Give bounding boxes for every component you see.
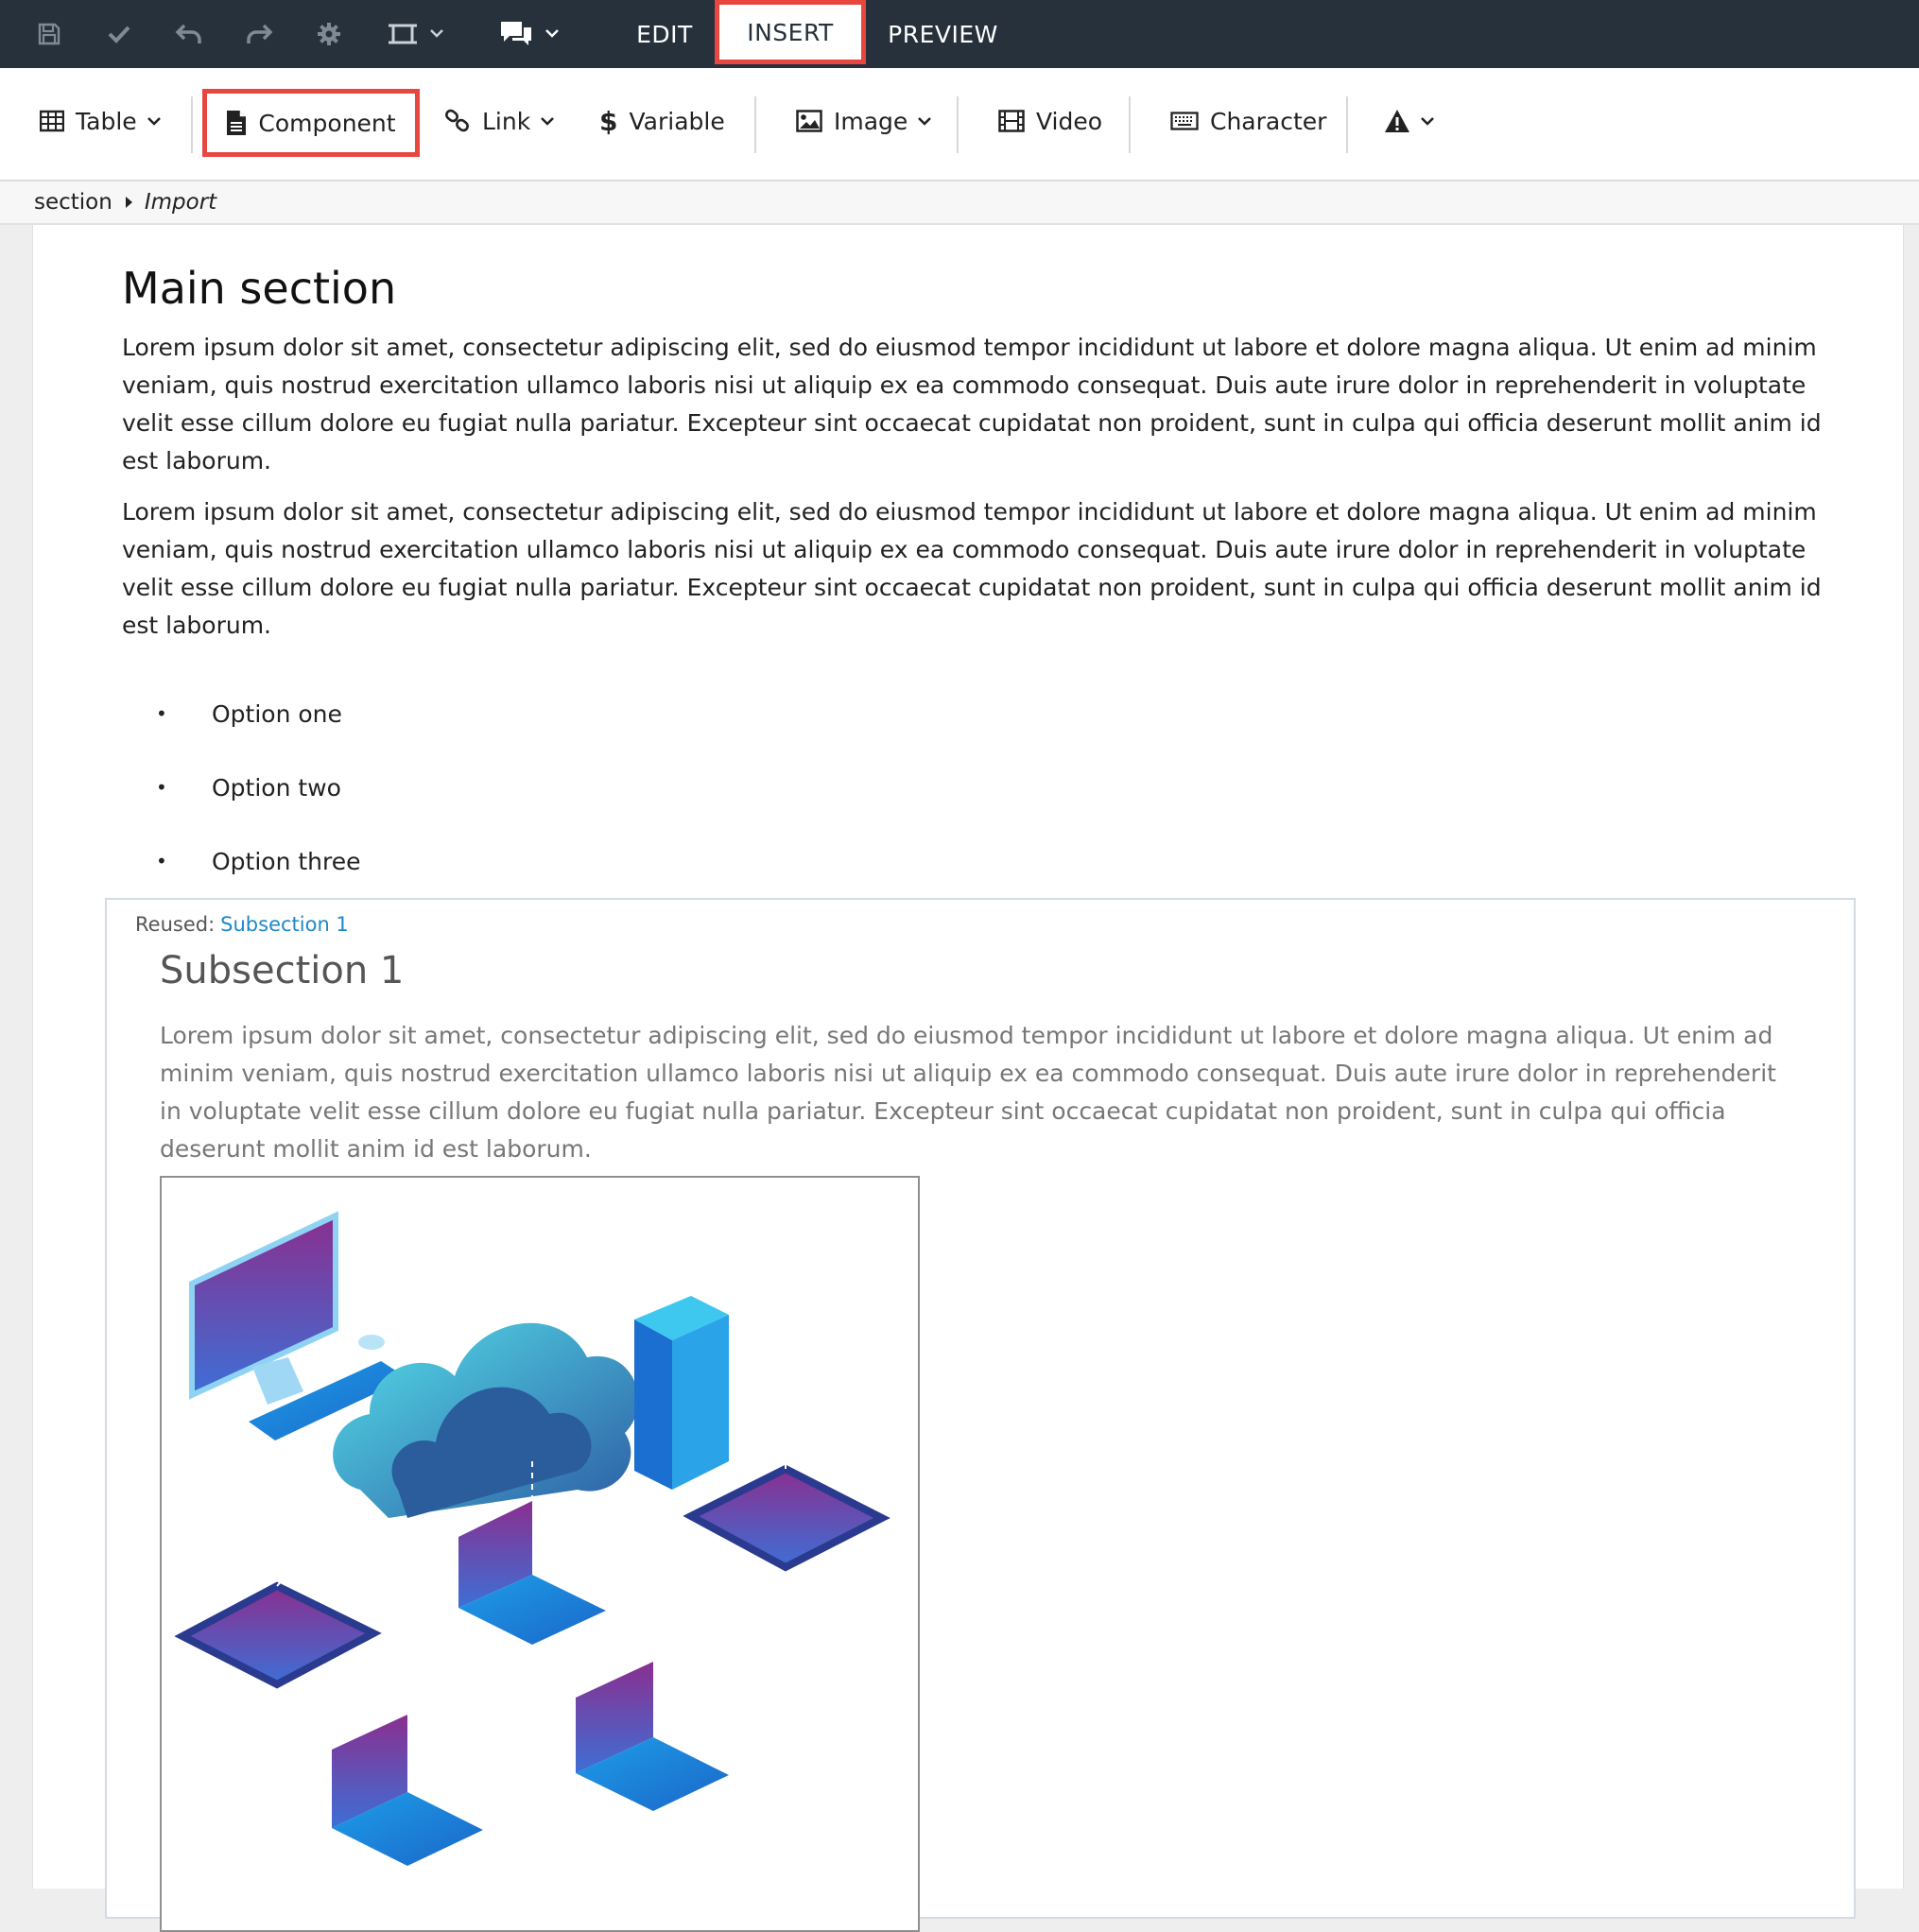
subsection-paragraph: Lorem ipsum dolor sit amet, consectetur … (160, 1022, 1776, 1163)
tab-preview[interactable]: PREVIEW (879, 0, 1007, 68)
keyboard-icon (1170, 112, 1199, 130)
variable-label: Variable (629, 107, 725, 135)
bullet: • (156, 776, 167, 799)
table-button[interactable]: Table (40, 91, 162, 151)
table-label: Table (76, 107, 137, 135)
list-item-text: Option two (212, 773, 341, 802)
list-item-text: Option one (212, 699, 342, 728)
bullet: • (156, 702, 167, 725)
breadcrumb-item-import[interactable]: Import (145, 190, 216, 215)
component-label: Component (258, 109, 396, 137)
reused-source-link[interactable]: Subsection 1 (220, 913, 349, 936)
chevron-down-icon (918, 117, 932, 126)
reused-label: Reused: Subsection 1 (135, 913, 349, 936)
tab-insert[interactable]: INSERT (715, 0, 866, 64)
component-button[interactable]: Component (202, 89, 420, 157)
undo-icon[interactable] (170, 15, 208, 53)
comments-icon[interactable] (497, 15, 535, 53)
redo-icon[interactable] (240, 15, 278, 53)
image-icon (796, 110, 822, 132)
chevron-down-icon[interactable] (545, 25, 560, 43)
character-label: Character (1210, 107, 1327, 135)
paragraph[interactable]: Lorem ipsum dolor sit amet, consectetur … (122, 493, 1824, 645)
document-icon (227, 111, 247, 135)
chevron-down-icon[interactable] (429, 25, 444, 43)
chevron-down-icon (147, 117, 161, 126)
bullet: • (156, 850, 167, 872)
list-item-text: Option three (212, 847, 361, 875)
reused-prefix: Reused: (135, 913, 216, 936)
chevron-down-icon (1421, 117, 1434, 126)
document-page: Main section Lorem ipsum dolor sit amet,… (32, 225, 1904, 1932)
subsection-title: Subsection 1 (160, 949, 405, 992)
video-label: Video (1036, 107, 1103, 135)
cloud-network-illustration[interactable] (160, 1176, 920, 1932)
link-label: Link (482, 107, 531, 135)
variable-button[interactable]: $ Variable (599, 91, 725, 151)
character-button[interactable]: Character (1170, 91, 1326, 151)
breadcrumb: section Import (0, 181, 1919, 225)
list-item[interactable]: • Option three (122, 824, 361, 898)
check-icon[interactable] (100, 15, 138, 53)
video-button[interactable]: Video (998, 91, 1102, 151)
dollar-icon: $ (599, 105, 618, 137)
insert-toolbar: Table Component Link $ Variable Image Vi… (0, 68, 1919, 181)
warning-button[interactable] (1384, 91, 1435, 151)
caret-right-icon (125, 197, 132, 208)
frame-icon[interactable] (384, 15, 422, 53)
tab-edit[interactable]: EDIT (624, 0, 705, 68)
warning-icon (1385, 110, 1409, 132)
link-icon (445, 109, 469, 132)
breadcrumb-item-section[interactable]: section (34, 190, 112, 215)
film-icon (998, 110, 1025, 132)
table-icon (40, 110, 64, 132)
cloud-network-image (174, 1211, 890, 1866)
list-item[interactable]: • Option one (122, 677, 361, 750)
option-list: • Option one • Option two • Option three (122, 677, 361, 898)
reused-component[interactable]: Reused: Subsection 1 Subsection 1 Lorem … (105, 898, 1856, 1932)
page-title[interactable]: Main section (122, 263, 396, 314)
image-label: Image (834, 107, 908, 135)
gear-icon[interactable] (310, 15, 348, 53)
top-bar: EDIT INSERT PREVIEW (0, 0, 1919, 68)
paragraph[interactable]: Lorem ipsum dolor sit amet, consectetur … (122, 329, 1824, 480)
chevron-down-icon (541, 117, 555, 126)
image-button[interactable]: Image (796, 91, 932, 151)
save-icon[interactable] (30, 15, 68, 53)
list-item[interactable]: • Option two (122, 750, 361, 824)
link-button[interactable]: Link (444, 91, 555, 151)
